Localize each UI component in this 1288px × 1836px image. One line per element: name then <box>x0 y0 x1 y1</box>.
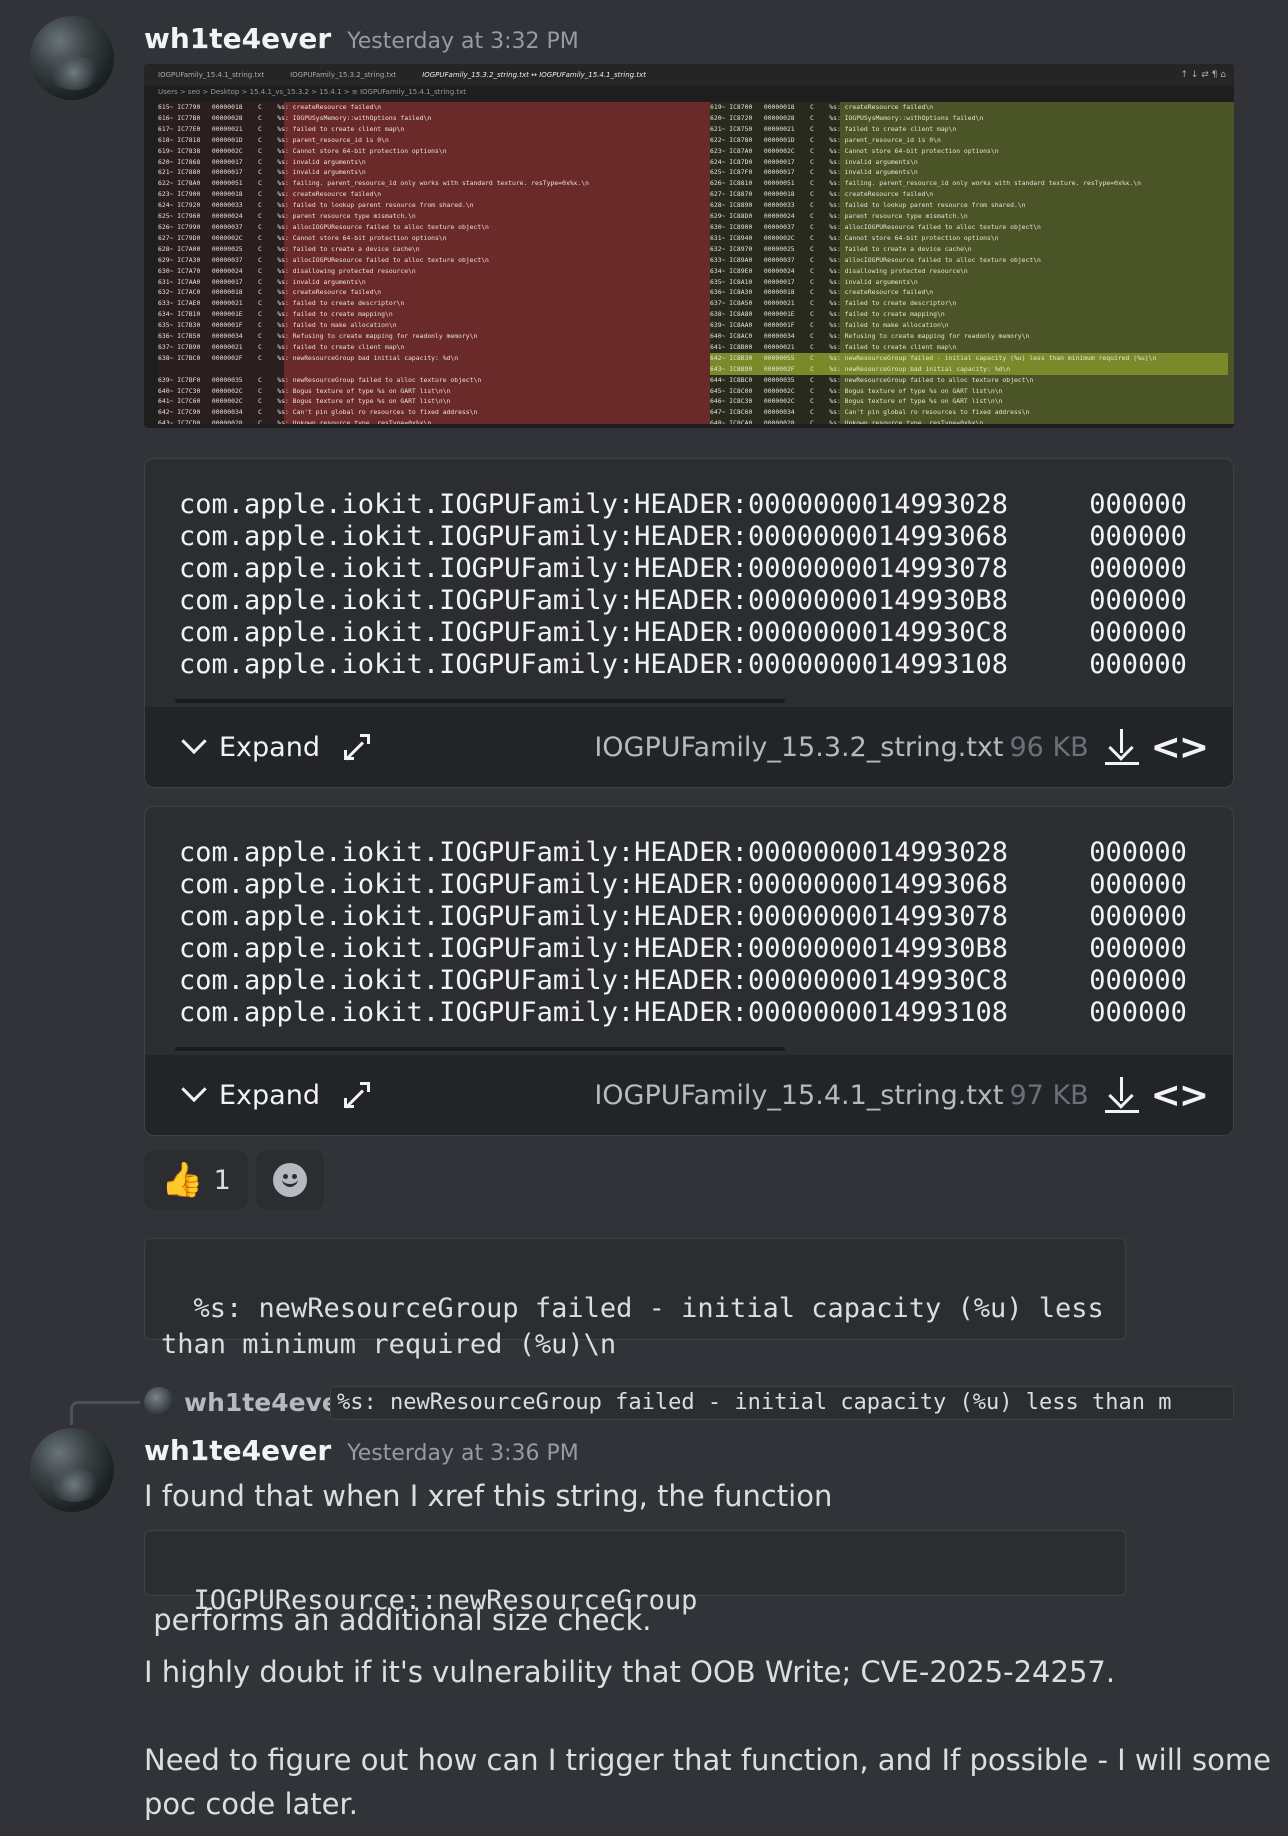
expand-button[interactable]: Expand <box>181 1076 320 1111</box>
diff-line: 625~ IC87F0 00000017 C %s: invalid argum… <box>710 168 918 177</box>
fullscreen-icon[interactable] <box>342 1080 372 1110</box>
diff-line: 644~ IC8BC0 00000035 C %s: newResourceGr… <box>710 375 1034 384</box>
add-reaction-button[interactable] <box>256 1150 324 1210</box>
smiley-icon <box>273 1163 307 1197</box>
username[interactable]: wh1te4ever <box>144 1434 331 1467</box>
diff-line: 628~ IC8890 00000033 C %s: failed to loo… <box>710 201 1026 210</box>
diff-line: 641~ IC8B00 00000021 C %s: failed to cre… <box>710 342 957 351</box>
file-attachment: com.apple.iokit.IOGPUFamily:HEADER:00000… <box>144 806 1234 1136</box>
view-code-icon[interactable]: <> <box>1151 727 1209 768</box>
expand-label: Expand <box>219 731 320 763</box>
reply-snippet[interactable]: %s: newResourceGroup failed - initial ca… <box>330 1386 1234 1420</box>
avatar[interactable] <box>30 16 114 100</box>
reply-username[interactable]: wh1te4ever <box>184 1388 351 1417</box>
reaction-thumbs-up[interactable]: 👍 1 <box>144 1150 248 1210</box>
message-text: poc code later. <box>144 1787 358 1821</box>
thumbs-up-icon: 👍 <box>161 1160 204 1200</box>
diff-line: 627~ IC8870 00000018 C %s: createResourc… <box>710 190 934 199</box>
username[interactable]: wh1te4ever <box>144 22 331 55</box>
inline-code: IOGPUResource::newResourceGroup <box>144 1530 1126 1616</box>
avatar[interactable] <box>30 1428 114 1512</box>
diff-line: 623~ IC87A0 0000002C C %s: Cannot store … <box>710 146 999 155</box>
code-block: %s: newResourceGroup failed - initial ca… <box>144 1238 1126 1360</box>
message-text: Need to figure out how can I trigger tha… <box>144 1743 1271 1777</box>
diff-line: 639~ IC8AA0 0000001F C %s: failed to mak… <box>710 321 949 330</box>
diff-line: 646~ IC8C30 0000002C C %s: Bogus texture… <box>710 397 1003 406</box>
view-code-icon[interactable]: <> <box>1151 1075 1209 1116</box>
diff-line: 635~ IC8A10 00000017 C %s: invalid argum… <box>710 277 918 286</box>
editor-tab: IOGPUFamily_15.3.2_string.txt <box>290 71 397 79</box>
diff-line: 619~ IC8700 00000018 C %s: createResourc… <box>710 103 934 111</box>
horizontal-scrollbar[interactable] <box>175 699 785 703</box>
diff-line: 647~ IC8C60 00000034 C %s: Can't pin glo… <box>710 408 1030 417</box>
file-preview-content: com.apple.iokit.IOGPUFamily:HEADER:00000… <box>179 837 1187 1028</box>
file-footer: Expand IOGPUFamily_15.4.1_string.txt 97 … <box>145 1055 1233 1135</box>
diff-right-pane: 619~ IC8700 00000018 C %s: createResourc… <box>710 102 1228 424</box>
editor-tab: IOGPUFamily_15.4.1_string.txt <box>158 71 265 79</box>
diff-line: 634~ IC89E0 00000024 C %s: disallowing p… <box>710 266 968 275</box>
diff-line: 630~ IC8900 00000037 C %s: allocIOGPURes… <box>710 222 1041 231</box>
code-block-text: %s: newResourceGroup failed - initial ca… <box>161 1293 1104 1360</box>
file-size: 96 KB <box>1009 731 1089 763</box>
diff-line: 632~ IC8970 00000025 C %s: failed to cre… <box>710 244 972 253</box>
editor-tab-active: IOGPUFamily_15.3.2_string.txt ↔ IOGPUFam… <box>422 71 646 79</box>
diff-line: 631~ IC8940 0000002C C %s: Cannot store … <box>710 233 999 242</box>
timestamp[interactable]: Yesterday at 3:32 PM <box>347 29 579 54</box>
message-text: I found that when I xref this string, th… <box>144 1479 833 1513</box>
file-attachment: com.apple.iokit.IOGPUFamily:HEADER:00000… <box>144 458 1234 788</box>
horizontal-scrollbar[interactable] <box>175 1047 785 1051</box>
message-header: wh1te4ever Yesterday at 3:36 PM <box>144 1434 579 1467</box>
diff-line: 637~ IC8A50 00000021 C %s: failed to cre… <box>710 299 957 308</box>
download-icon[interactable] <box>1103 1075 1141 1115</box>
diff-line: 626~ IC8810 00000051 C %s: failing. pare… <box>710 179 1141 188</box>
file-size: 97 KB <box>1009 1079 1089 1111</box>
diff-line: 648~ IC8CA0 00000028 C %s: Unkown resour… <box>710 419 984 424</box>
reply-avatar[interactable] <box>144 1387 174 1417</box>
diff-line: 629~ IC88D0 00000024 C %s: parent resour… <box>710 212 968 221</box>
diff-line: 645~ IC8C00 0000002C C %s: Bogus texture… <box>710 386 1003 395</box>
diff-line: 636~ IC8A30 00000018 C %s: createResourc… <box>710 288 934 297</box>
diff-navigation-icons: ↑ ↓ ⇄ ¶ ⌂ <box>1180 70 1226 80</box>
diff-line: 621~ IC8750 00000021 C %s: failed to cre… <box>710 124 957 133</box>
editor-tab-bar: IOGPUFamily_15.4.1_string.txt IOGPUFamil… <box>144 64 1234 86</box>
file-preview-content: com.apple.iokit.IOGPUFamily:HEADER:00000… <box>179 489 1187 680</box>
diff-line: 642~ IC8B30 00000055 C %s: newResourceGr… <box>710 352 1228 364</box>
diff-line: 638~ IC8A80 0000001E C %s: failed to cre… <box>710 310 945 319</box>
diff-line: 624~ IC87D0 00000017 C %s: invalid argum… <box>710 157 918 166</box>
expand-label: Expand <box>219 1079 320 1111</box>
fullscreen-icon[interactable] <box>342 732 372 762</box>
diff-line: 643~ IC8B90 0000002F C %s: newResourceGr… <box>710 363 1228 375</box>
attached-screenshot[interactable]: IOGPUFamily_15.4.1_string.txt IOGPUFamil… <box>144 64 1234 428</box>
message-header: wh1te4ever Yesterday at 3:32 PM <box>144 22 579 55</box>
diff-line: 633~ IC89A0 00000037 C %s: allocIOGPURes… <box>710 255 1041 264</box>
diff-line: 620~ IC8720 00000028 C %s: IOGPUSysMemor… <box>710 113 984 122</box>
message-text: performs an additional size check. <box>144 1603 652 1637</box>
diff-line: 640~ IC8AC0 00000034 C %s: Refusing to c… <box>710 332 1030 341</box>
chevron-down-icon <box>181 1076 207 1103</box>
editor-breadcrumb: Users > seo > Desktop > 15.4.1_vs_15.3.2… <box>158 88 467 96</box>
diff-line: 622~ IC8780 0000001D C %s: parent_resour… <box>710 135 941 144</box>
reply-connector <box>70 1401 140 1425</box>
file-name: IOGPUFamily_15.3.2_string.txt <box>594 731 1004 763</box>
reaction-count: 1 <box>213 1164 231 1196</box>
chevron-down-icon <box>181 728 207 755</box>
file-footer: Expand IOGPUFamily_15.3.2_string.txt 96 … <box>145 707 1233 787</box>
download-icon[interactable] <box>1103 727 1141 767</box>
message-text: I highly doubt if it's vulnerability tha… <box>144 1655 1116 1689</box>
timestamp[interactable]: Yesterday at 3:36 PM <box>347 1441 579 1466</box>
expand-button[interactable]: Expand <box>181 728 320 763</box>
file-name: IOGPUFamily_15.4.1_string.txt <box>594 1079 1004 1111</box>
